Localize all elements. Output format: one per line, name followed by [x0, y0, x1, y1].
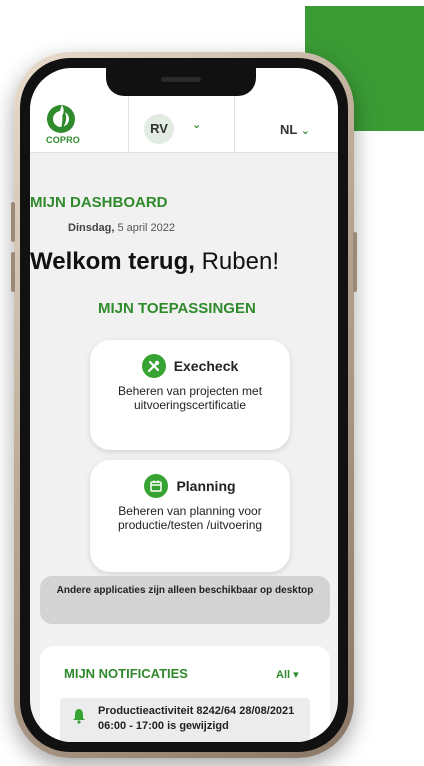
notifications-filter[interactable]: All ▾ [276, 668, 299, 681]
logo-text: COPRO [46, 135, 81, 145]
app-card-description: Beheren van planning voor productie/test… [117, 504, 263, 532]
language-label: NL [280, 122, 298, 137]
phone-bezel: COPRO RV ⌄ NL ⌄ MIJN DASHBOARD Dinsdag, … [20, 58, 348, 752]
power-button [353, 232, 357, 292]
tools-icon [141, 354, 166, 378]
user-avatar[interactable]: RV [144, 114, 174, 144]
app-card-title: Execheck [173, 358, 239, 374]
apps-section-title: MIJN TOEPASSINGEN [98, 300, 256, 317]
language-chevron-icon: ⌄ [300, 125, 310, 137]
notification-text: Productieactiviteit 8242/64 28/08/2021 0… [98, 705, 295, 732]
volume-button [11, 202, 15, 242]
phone-screen: COPRO RV ⌄ NL ⌄ MIJN DASHBOARD Dinsdag, … [30, 68, 338, 742]
header-divider [234, 96, 235, 152]
app-card-title: Planning [176, 478, 236, 494]
desktop-only-notice: Andere applicaties zijn alleen beschikba… [40, 576, 330, 624]
dashboard-title: MIJN DASHBOARD [30, 194, 168, 211]
app-card-execheck[interactable]: Execheck Beheren van projecten met uitvo… [90, 340, 290, 450]
bell-icon [72, 708, 86, 729]
language-selector[interactable]: NL ⌄ [280, 122, 310, 137]
notifications-panel: MIJN NOTIFICATIES All ▾ Productieactivit… [40, 646, 330, 742]
welcome-message: Welkom terug, Ruben! [30, 248, 279, 276]
user-menu-chevron-icon[interactable]: ⌄ [192, 118, 201, 131]
welcome-greeting: Welkom terug, [30, 248, 195, 275]
notifications-title: MIJN NOTIFICATIES [64, 666, 188, 681]
copro-logo[interactable]: COPRO [46, 104, 92, 145]
current-date: Dinsdag, 5 april 2022 [68, 222, 175, 234]
header-divider [128, 96, 129, 152]
welcome-name: Ruben! [194, 248, 279, 275]
copro-logo-icon [47, 105, 75, 133]
notch [106, 68, 256, 96]
app-card-description: Beheren van projecten met uitvoeringscer… [117, 384, 263, 412]
date-rest: 5 april 2022 [114, 222, 176, 234]
phone-frame: COPRO RV ⌄ NL ⌄ MIJN DASHBOARD Dinsdag, … [11, 52, 357, 758]
date-day: Dinsdag, [68, 222, 115, 234]
app-card-planning[interactable]: Planning Beheren van planning voor produ… [90, 460, 290, 572]
speaker [161, 77, 201, 82]
volume-button [11, 252, 15, 292]
notification-item[interactable]: Productieactiviteit 8242/64 28/08/2021 0… [60, 698, 310, 742]
calendar-icon [144, 474, 169, 498]
